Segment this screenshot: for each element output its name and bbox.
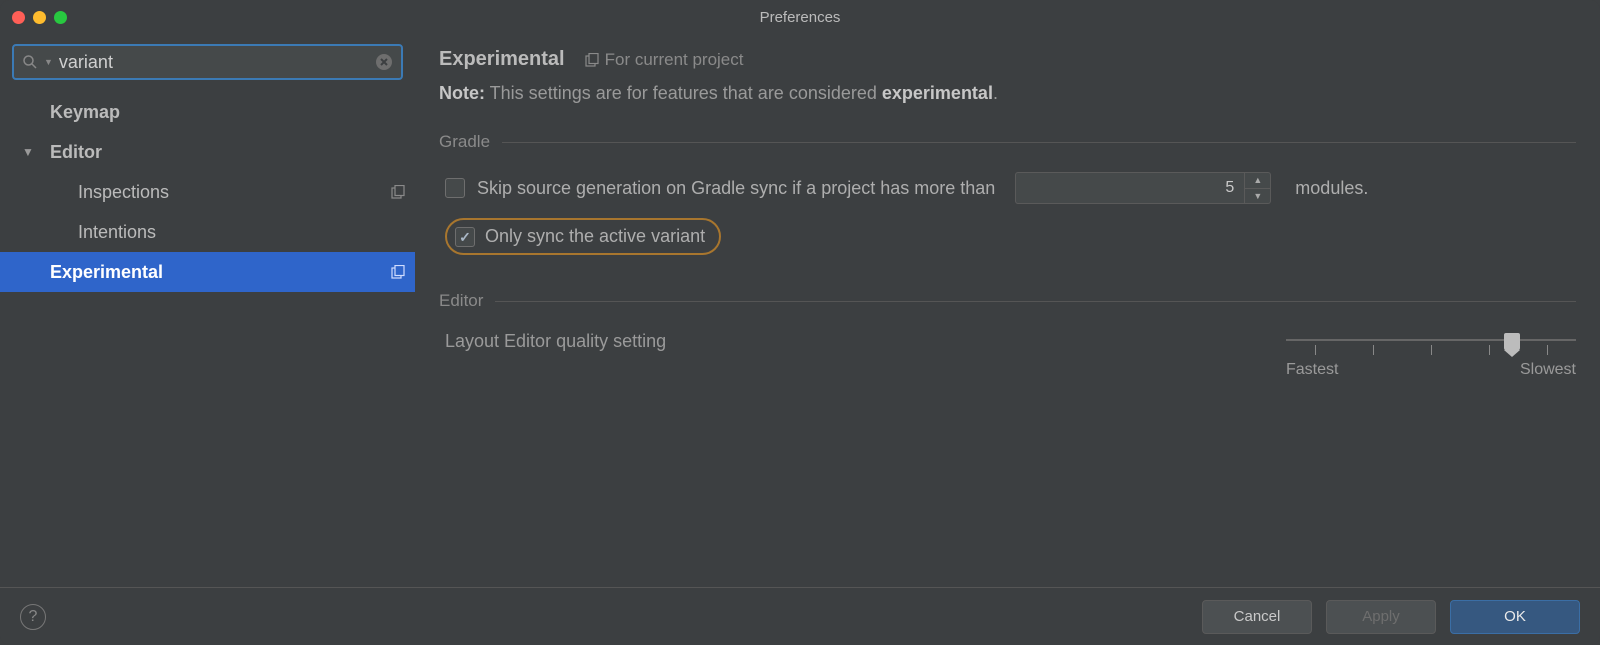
clear-search-icon[interactable] bbox=[375, 53, 393, 71]
chevron-down-icon[interactable]: ▼ bbox=[22, 145, 34, 159]
settings-tree: Keymap ▼ Editor Inspections Intentions Experi… bbox=[0, 88, 415, 587]
scope-indicator: For current project bbox=[585, 50, 744, 70]
note-body: This settings are for features that are … bbox=[485, 83, 882, 103]
search-dropdown-icon[interactable]: ▼ bbox=[44, 57, 53, 67]
slider-track bbox=[1286, 339, 1576, 341]
sidebar-item-inspections[interactable]: Inspections bbox=[0, 172, 415, 212]
sidebar: ▼ Keymap ▼ Editor Inspections Intentions Expe… bbox=[0, 34, 415, 587]
sidebar-item-intentions[interactable]: Intentions bbox=[0, 212, 415, 252]
close-button[interactable] bbox=[12, 11, 25, 24]
divider bbox=[495, 301, 1576, 302]
skip-source-label: Skip source generation on Gradle sync if… bbox=[477, 178, 995, 199]
page-header: Experimental For current project bbox=[439, 34, 1576, 81]
module-count-input[interactable] bbox=[1015, 172, 1245, 204]
section-title-editor: Editor bbox=[439, 291, 483, 311]
window-controls bbox=[12, 11, 67, 24]
only-sync-checkbox[interactable] bbox=[455, 227, 475, 247]
apply-button[interactable]: Apply bbox=[1326, 600, 1436, 634]
gradle-section: Gradle Skip source generation on Gradle … bbox=[439, 132, 1576, 269]
layout-quality-row: Layout Editor quality setting Fastest Sl… bbox=[439, 331, 1576, 381]
sidebar-item-label: Keymap bbox=[50, 102, 120, 123]
search-highlight: Only sync the active variant bbox=[445, 218, 721, 255]
spinner-down-icon[interactable]: ▼ bbox=[1245, 189, 1270, 204]
only-sync-label: Only sync the active variant bbox=[485, 226, 705, 247]
layout-quality-label: Layout Editor quality setting bbox=[445, 331, 666, 352]
content-pane: Experimental For current project Note: T… bbox=[415, 34, 1600, 587]
copy-icon bbox=[585, 53, 599, 67]
copy-icon bbox=[391, 265, 405, 279]
note-text: Note: This settings are for features tha… bbox=[439, 83, 1576, 104]
scope-label: For current project bbox=[605, 50, 744, 70]
minimize-button[interactable] bbox=[33, 11, 46, 24]
note-prefix: Note: bbox=[439, 83, 485, 103]
divider bbox=[502, 142, 1576, 143]
slider-max-label: Slowest bbox=[1520, 361, 1576, 379]
preferences-window: Preferences ▼ Keymap ▼ Editor Inspections In… bbox=[0, 0, 1600, 645]
body: ▼ Keymap ▼ Editor Inspections Intentions Expe… bbox=[0, 34, 1600, 587]
copy-icon bbox=[391, 185, 405, 199]
note-suffix: . bbox=[993, 83, 998, 103]
help-button[interactable]: ? bbox=[20, 604, 46, 630]
footer: ? Cancel Apply OK bbox=[0, 587, 1600, 645]
editor-section: Editor Layout Editor quality setting Fas… bbox=[439, 291, 1576, 381]
slider-thumb[interactable] bbox=[1504, 333, 1520, 351]
sidebar-item-label: Editor bbox=[50, 142, 102, 163]
sidebar-item-editor[interactable]: ▼ Editor bbox=[0, 132, 415, 172]
search-icon bbox=[22, 54, 38, 70]
search-input[interactable] bbox=[59, 52, 375, 73]
module-count-spinner[interactable]: ▲ ▼ bbox=[1015, 172, 1271, 204]
zoom-button[interactable] bbox=[54, 11, 67, 24]
only-sync-row: Only sync the active variant bbox=[439, 218, 1576, 255]
skip-source-checkbox[interactable] bbox=[445, 178, 465, 198]
sidebar-item-keymap[interactable]: Keymap bbox=[0, 92, 415, 132]
layout-quality-slider[interactable]: Fastest Slowest bbox=[1286, 331, 1576, 381]
sidebar-item-label: Inspections bbox=[78, 182, 169, 203]
titlebar: Preferences bbox=[0, 0, 1600, 34]
window-title: Preferences bbox=[12, 9, 1588, 26]
sidebar-item-label: Intentions bbox=[78, 222, 156, 243]
ok-button[interactable]: OK bbox=[1450, 600, 1580, 634]
cancel-button[interactable]: Cancel bbox=[1202, 600, 1312, 634]
note-bold: experimental bbox=[882, 83, 993, 103]
spinner-up-icon[interactable]: ▲ bbox=[1245, 173, 1270, 189]
sidebar-item-label: Experimental bbox=[50, 262, 163, 283]
modules-suffix: modules. bbox=[1295, 178, 1368, 199]
skip-source-row: Skip source generation on Gradle sync if… bbox=[439, 172, 1576, 204]
search-field[interactable]: ▼ bbox=[12, 44, 403, 80]
page-title: Experimental bbox=[439, 48, 565, 71]
sidebar-item-experimental[interactable]: Experimental bbox=[0, 252, 415, 292]
section-title-gradle: Gradle bbox=[439, 132, 490, 152]
slider-min-label: Fastest bbox=[1286, 361, 1338, 379]
